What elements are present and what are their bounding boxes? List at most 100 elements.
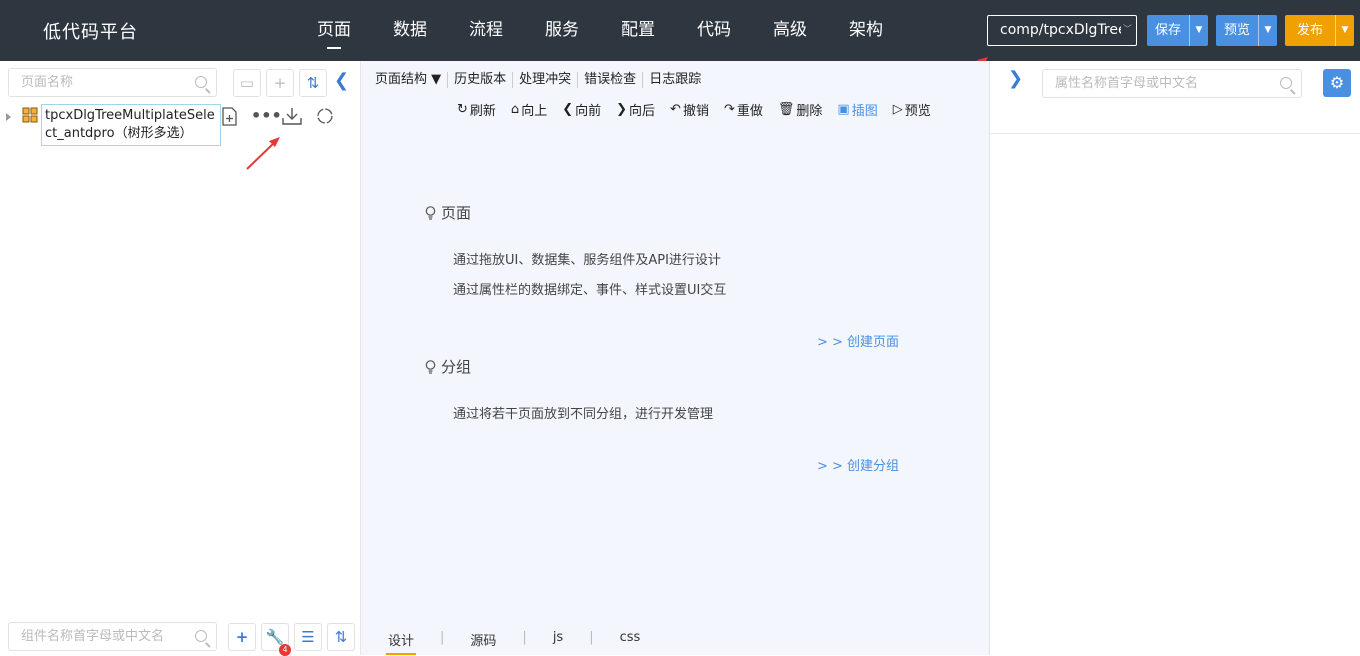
add-component-button[interactable]: + [228, 623, 256, 651]
backward-button[interactable]: ❯ 向后 [616, 100, 655, 119]
insert-image-label: 插图 [851, 104, 878, 119]
panel-divider [990, 133, 1360, 134]
play-icon: ▷ [892, 102, 903, 117]
subnav-conflicts[interactable]: 处理冲突 [513, 72, 579, 88]
property-search-placeholder: 属性名称首字母或中文名 [1055, 76, 1199, 91]
nav-page[interactable]: 页面 [296, 0, 372, 61]
undo-label: 撤销 [682, 104, 709, 119]
up-button[interactable]: ⌂ 向上 [511, 100, 547, 119]
lightbulb-icon [425, 205, 436, 220]
expand-right-icon[interactable]: ❯ [1008, 68, 1023, 89]
page-title: 页面 [441, 204, 472, 222]
settings-button[interactable]: ⚙ [1323, 69, 1351, 97]
publish-dropdown-icon[interactable]: ▼ [1335, 15, 1354, 46]
add-page-button[interactable]: + [266, 69, 294, 97]
undo-icon: ↶ [670, 102, 681, 117]
chevron-down-icon: ﹀ [1120, 16, 1132, 45]
path-select-value: comp/tpcxDlgTree [1000, 22, 1127, 38]
home-icon: ⌂ [510, 102, 520, 117]
more-icon[interactable]: ••• [251, 106, 282, 125]
tab-source[interactable]: 源码 [468, 630, 498, 653]
publish-button-group: 发布 ▼ [1285, 15, 1355, 46]
create-page-link[interactable]: > > 创建页面 [817, 331, 899, 350]
insert-image-button[interactable]: ▣ 插图 [837, 100, 877, 119]
page-search-input[interactable]: 页面名称 [8, 68, 217, 97]
tab-separator: | [522, 630, 527, 645]
subnav-log-trace[interactable]: 日志跟踪 [643, 72, 707, 88]
save-button[interactable]: 保存 [1147, 15, 1189, 46]
tab-css[interactable]: css [618, 630, 643, 653]
center-panel: 页面结构 ▼ 历史版本 处理冲突 错误检查 日志跟踪 ↻ 刷新 ⌂ 向上 ❮ 向前 ❯… [361, 61, 989, 655]
tab-js[interactable]: js [551, 630, 565, 653]
component-search-input[interactable]: 组件名称首字母或中文名 [8, 622, 217, 651]
main-nav: 页面 数据 流程 服务 配置 代码 高级 架构 [296, 0, 904, 61]
nav-service[interactable]: 服务 [524, 0, 600, 61]
page-desc-2: 通过属性栏的数据绑定、事件、样式设置UI交互 [453, 283, 727, 298]
forward-label: 向前 [575, 104, 602, 119]
app-brand: 低代码平台 [43, 22, 138, 43]
refresh-circle-icon[interactable] [316, 107, 334, 125]
nav-advanced[interactable]: 高级 [752, 0, 828, 61]
save-button-group: 保存 ▼ [1147, 15, 1209, 46]
add-file-icon[interactable] [221, 107, 238, 126]
save-dropdown-icon[interactable]: ▼ [1189, 15, 1208, 46]
page-search-placeholder: 页面名称 [21, 75, 74, 90]
sort-icon: ⇅ [306, 74, 320, 92]
top-header: 低代码平台 页面 数据 流程 服务 配置 代码 高级 架构 comp/tpcxD… [0, 0, 1360, 61]
publish-button[interactable]: 发布 [1285, 15, 1335, 46]
redo-icon: ↷ [723, 102, 735, 117]
lightbulb-icon [425, 359, 436, 374]
nav-code[interactable]: 代码 [676, 0, 752, 61]
component-grid-icon [22, 107, 38, 123]
preview-button[interactable]: 预览 [1216, 15, 1258, 46]
sort-components-button[interactable]: ⇅ [327, 623, 355, 651]
component-search-placeholder: 组件名称首字母或中文名 [21, 629, 165, 644]
nav-architecture[interactable]: 架构 [828, 0, 904, 61]
image-icon: ▣ [837, 102, 850, 117]
group-section-title: 分组 [425, 356, 471, 377]
subnav-error-check[interactable]: 错误检查 [578, 72, 644, 88]
sort-icon: ⇅ [334, 628, 348, 646]
preview-dropdown-icon[interactable]: ▼ [1258, 15, 1277, 46]
page-desc-1: 通过拖放UI、数据集、服务组件及API进行设计 [453, 253, 721, 268]
refresh-button[interactable]: ↻ 刷新 [457, 100, 496, 119]
preview-toolbar-label: 预览 [904, 104, 931, 119]
preview-button-group: 预览 ▼ [1216, 15, 1278, 46]
right-panel: ❯ 属性名称首字母或中文名 ⚙ [989, 61, 1360, 655]
annotation-arrow [246, 137, 280, 170]
nav-data[interactable]: 数据 [372, 0, 448, 61]
editor-tabs: 设计 | 源码 | js | css [386, 630, 643, 655]
toolbar: ↻ 刷新 ⌂ 向上 ❮ 向前 ❯ 向后 ↶ 撤销 ↷ 重做 🗑 删除 ▣ 插图 ▷ 预览 [457, 100, 946, 119]
create-group-link[interactable]: > > 创建分组 [817, 455, 899, 474]
nav-config[interactable]: 配置 [600, 0, 676, 61]
refresh-icon: ↻ [457, 102, 468, 117]
subnav-history[interactable]: 历史版本 [448, 72, 514, 88]
tab-design[interactable]: 设计 [386, 630, 417, 655]
undo-button[interactable]: ↶ 撤销 [670, 100, 709, 119]
refresh-label: 刷新 [469, 104, 496, 119]
up-label: 向上 [521, 104, 548, 119]
sub-nav: 页面结构 ▼ 历史版本 处理冲突 错误检查 日志跟踪 [375, 72, 707, 88]
list-sort-icon: ☰ [301, 628, 315, 646]
collapse-left-icon[interactable]: ❮ [334, 70, 349, 91]
list-button[interactable]: ☰ [294, 623, 322, 651]
preview-toolbar-button[interactable]: ▷ 预览 [893, 100, 931, 119]
folder-icon: ▭ [239, 74, 255, 92]
tab-separator: | [440, 630, 445, 645]
path-select[interactable]: comp/tpcxDlgTree ﹀ [987, 15, 1137, 46]
property-search-input[interactable]: 属性名称首字母或中文名 [1042, 69, 1302, 98]
chevron-left-icon: ❮ [562, 102, 574, 117]
forward-button[interactable]: ❮ 向前 [562, 100, 601, 119]
tree-item-label[interactable]: tpcxDlgTreeMultiplateSelect_antdpro（树形多选… [41, 104, 221, 146]
subnav-page-structure[interactable]: 页面结构 ▼ [375, 72, 449, 88]
search-icon [195, 630, 207, 642]
sort-button[interactable]: ⇅ [299, 69, 327, 97]
tree-expand-icon[interactable] [6, 113, 11, 121]
redo-button[interactable]: ↷ 重做 [724, 100, 763, 119]
backward-label: 向后 [629, 104, 656, 119]
delete-label: 删除 [796, 104, 823, 119]
folder-add-button[interactable]: ▭ [233, 69, 261, 97]
download-icon[interactable] [282, 107, 302, 125]
nav-flow[interactable]: 流程 [448, 0, 524, 61]
delete-button[interactable]: 🗑 删除 [778, 100, 823, 119]
